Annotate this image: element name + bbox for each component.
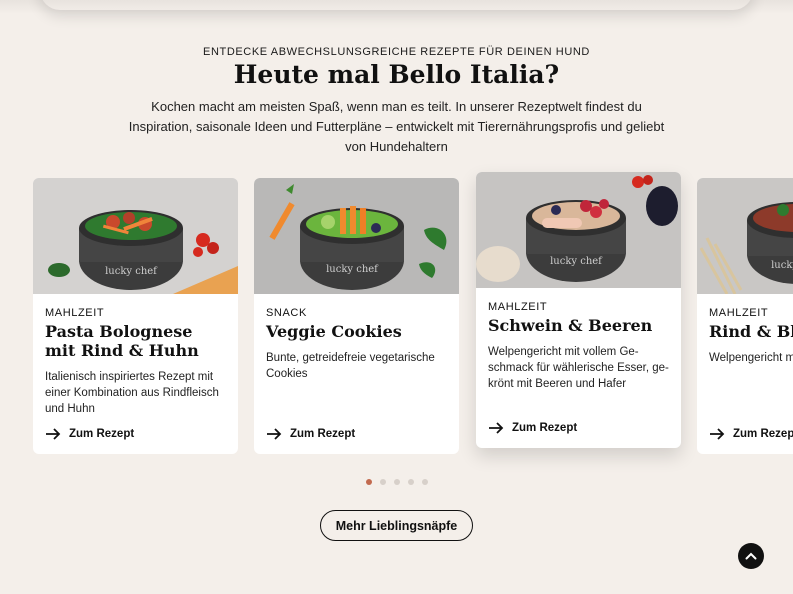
recipe-link-label: Zum Rezept [69, 428, 135, 440]
section-eyebrow: ENTDECKE ABWECHSLUNSGREICHE REZEPTE FÜR … [203, 46, 590, 58]
carousel-dot[interactable] [408, 479, 414, 485]
recipe-card-pasta-bolognese[interactable]: lucky chef MAHLZEIT Pasta Bolognese mit … [33, 178, 238, 454]
recipe-link[interactable]: Zum Rezept [266, 428, 355, 440]
recipe-description: Italienisch inspiriertes Rezept mit ei­n… [45, 371, 219, 415]
recipe-category: SNACK [266, 307, 307, 319]
carousel-pagination [366, 479, 428, 485]
recipe-description: Welpengericht mi und Rindfleisch [709, 352, 793, 364]
recipe-link-label: Zum Rezept [733, 428, 793, 440]
recipe-card-veggie-cookies[interactable]: lucky chef SNACK Veggie Cookies Bunte, g… [254, 178, 459, 454]
more-recipes-button[interactable]: Mehr Lieblingsnäpfe [320, 510, 473, 541]
recipe-link[interactable]: Zum Rezept [488, 422, 577, 434]
recipe-image-pasta-bolognese: lucky chef [33, 178, 238, 294]
carousel-dot[interactable] [366, 479, 372, 485]
arrow-right-icon [489, 422, 504, 434]
recipe-description: Welpengericht mit vollem Ge­schmack für … [488, 346, 669, 390]
svg-text:lucky chef: lucky chef [771, 260, 793, 271]
arrow-right-icon [46, 428, 61, 440]
recipe-image-rind-blau: lucky chef [697, 178, 793, 294]
section-intro: Kochen macht am meisten Spaß, wenn man e… [128, 99, 665, 154]
section-headline: Heute mal Bello Italia? [233, 60, 560, 89]
recipe-carousel[interactable]: lucky chef MAHLZEIT Pasta Bolognese mit … [0, 0, 793, 594]
recipe-link[interactable]: Zum Rezept [45, 428, 134, 440]
recipe-image-schwein-beeren: lucky chef [476, 172, 681, 288]
chevron-up-icon [745, 552, 757, 560]
arrow-right-icon [267, 428, 282, 440]
recipe-link[interactable]: Zum Rezept [709, 428, 793, 440]
recipe-card-rind-blau[interactable]: lucky chef MAHLZEIT Rind & Blau Welpenge… [697, 178, 793, 454]
recipe-card-schwein-beeren[interactable]: lucky chef MAHLZEIT Schwein & Beeren Wel… [476, 172, 681, 448]
carousel-dot[interactable] [394, 479, 400, 485]
recipe-category: MAHLZEIT [45, 307, 105, 319]
svg-text:lucky chef: lucky chef [550, 256, 603, 267]
svg-text:lucky chef: lucky chef [326, 264, 379, 275]
recipe-title[interactable]: Rind & Blau [709, 322, 793, 341]
carousel-dot[interactable] [422, 479, 428, 485]
recipe-description: Bunte, getreidefreie vegetarische Cookie… [266, 352, 435, 380]
recipe-image-veggie-cookies: lucky chef [254, 178, 459, 294]
carousel-dot[interactable] [380, 479, 386, 485]
header-shadow [0, 0, 793, 14]
recipe-link-label: Zum Rezept [290, 428, 356, 440]
svg-text:lucky chef: lucky chef [105, 266, 158, 277]
recipe-category: MAHLZEIT [488, 301, 548, 313]
recipe-title[interactable]: Veggie Cookies [266, 322, 447, 341]
recipe-category: MAHLZEIT [709, 307, 769, 319]
back-to-top-button[interactable] [738, 543, 764, 569]
arrow-right-icon [710, 428, 725, 440]
recipe-title[interactable]: Pasta Bolognese mit Rind & Huhn [45, 322, 226, 360]
recipe-link-label: Zum Rezept [512, 422, 578, 434]
recipe-title[interactable]: Schwein & Beeren [488, 316, 669, 335]
